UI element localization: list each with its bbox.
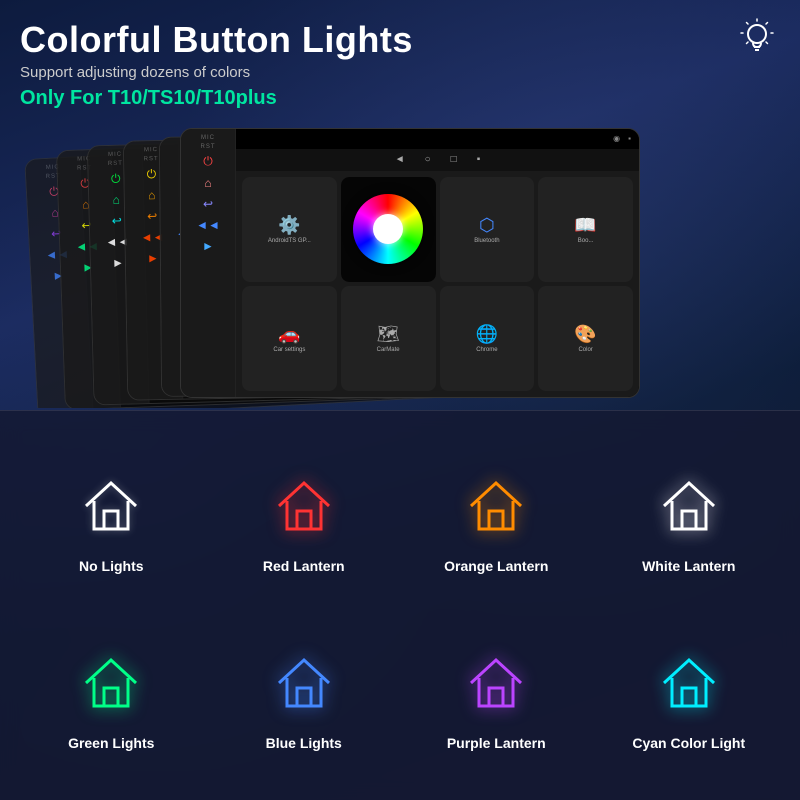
devices-container: MIC RST ⏻ ⌂ ↩ ◄◄ ► MIC RST xyxy=(0,118,800,408)
orange-lantern-label: Orange Lantern xyxy=(444,558,548,574)
white-lantern-icon xyxy=(649,466,729,546)
purple-lantern-label: Purple Lantern xyxy=(447,735,546,751)
cyan-color-icon xyxy=(649,643,729,723)
page-title: Colorful Button Lights xyxy=(20,20,780,60)
nav-back: ◄ xyxy=(395,154,405,165)
light-item-red-lantern: Red Lantern xyxy=(213,436,396,603)
device-showcase-area: MIC RST ⏻ ⌂ ↩ ◄◄ ► MIC RST xyxy=(0,118,800,408)
app-grid: ⚙️ AndroidTS GP... 🤖 APK Installer xyxy=(236,171,639,397)
light-item-white-lantern: White Lantern xyxy=(598,436,781,603)
device-panel-main: MIC RST ⏻ ⌂ ↩ ◄◄ ► ◉ ▪ xyxy=(180,128,640,398)
app-chrome: 🌐 Chrome xyxy=(440,286,535,391)
light-item-cyan-color: Cyan Color Light xyxy=(598,613,781,780)
green-lights-icon xyxy=(71,643,151,723)
nav-recent: □ xyxy=(451,154,457,165)
info-panel: No Lights Red Lantern xyxy=(0,410,800,800)
orange-lantern-icon xyxy=(456,466,536,546)
app-carmate: 🗺 CarMate xyxy=(341,286,436,391)
light-item-no-lights: No Lights xyxy=(20,436,203,603)
lights-grid: No Lights Red Lantern xyxy=(20,436,780,780)
compatibility-label: Only For T10/TS10/T10plus xyxy=(20,87,780,110)
blue-lights-icon xyxy=(264,643,344,723)
bulb-icon xyxy=(736,18,778,70)
red-lantern-icon xyxy=(264,466,344,546)
green-lights-label: Green Lights xyxy=(68,735,154,751)
red-lantern-label: Red Lantern xyxy=(263,558,345,574)
white-lantern-label: White Lantern xyxy=(642,558,735,574)
app-book: 📖 Boo... xyxy=(538,177,633,282)
no-lights-icon xyxy=(71,466,151,546)
app-androidts: ⚙️ AndroidTS GP... xyxy=(242,177,337,282)
light-item-orange-lantern: Orange Lantern xyxy=(405,436,588,603)
page-subtitle: Support adjusting dozens of colors xyxy=(20,64,780,81)
purple-lantern-icon xyxy=(456,643,536,723)
nav-home: ○ xyxy=(425,154,431,165)
app-apk-installer: 🤖 APK Installer xyxy=(341,177,436,282)
light-item-green-lights: Green Lights xyxy=(20,613,203,780)
header: Colorful Button Lights Support adjusting… xyxy=(0,0,800,118)
light-item-blue-lights: Blue Lights xyxy=(213,613,396,780)
app-color: 🎨 Color xyxy=(538,286,633,391)
cyan-color-label: Cyan Color Light xyxy=(632,735,745,751)
blue-lights-label: Blue Lights xyxy=(266,735,342,751)
no-lights-label: No Lights xyxy=(79,558,144,574)
app-car-settings: 🚗 Car settings xyxy=(242,286,337,391)
light-item-purple-lantern: Purple Lantern xyxy=(405,613,588,780)
app-bluetooth: ⬡ Bluetooth xyxy=(440,177,535,282)
nav-cast: ▪ xyxy=(477,154,481,165)
